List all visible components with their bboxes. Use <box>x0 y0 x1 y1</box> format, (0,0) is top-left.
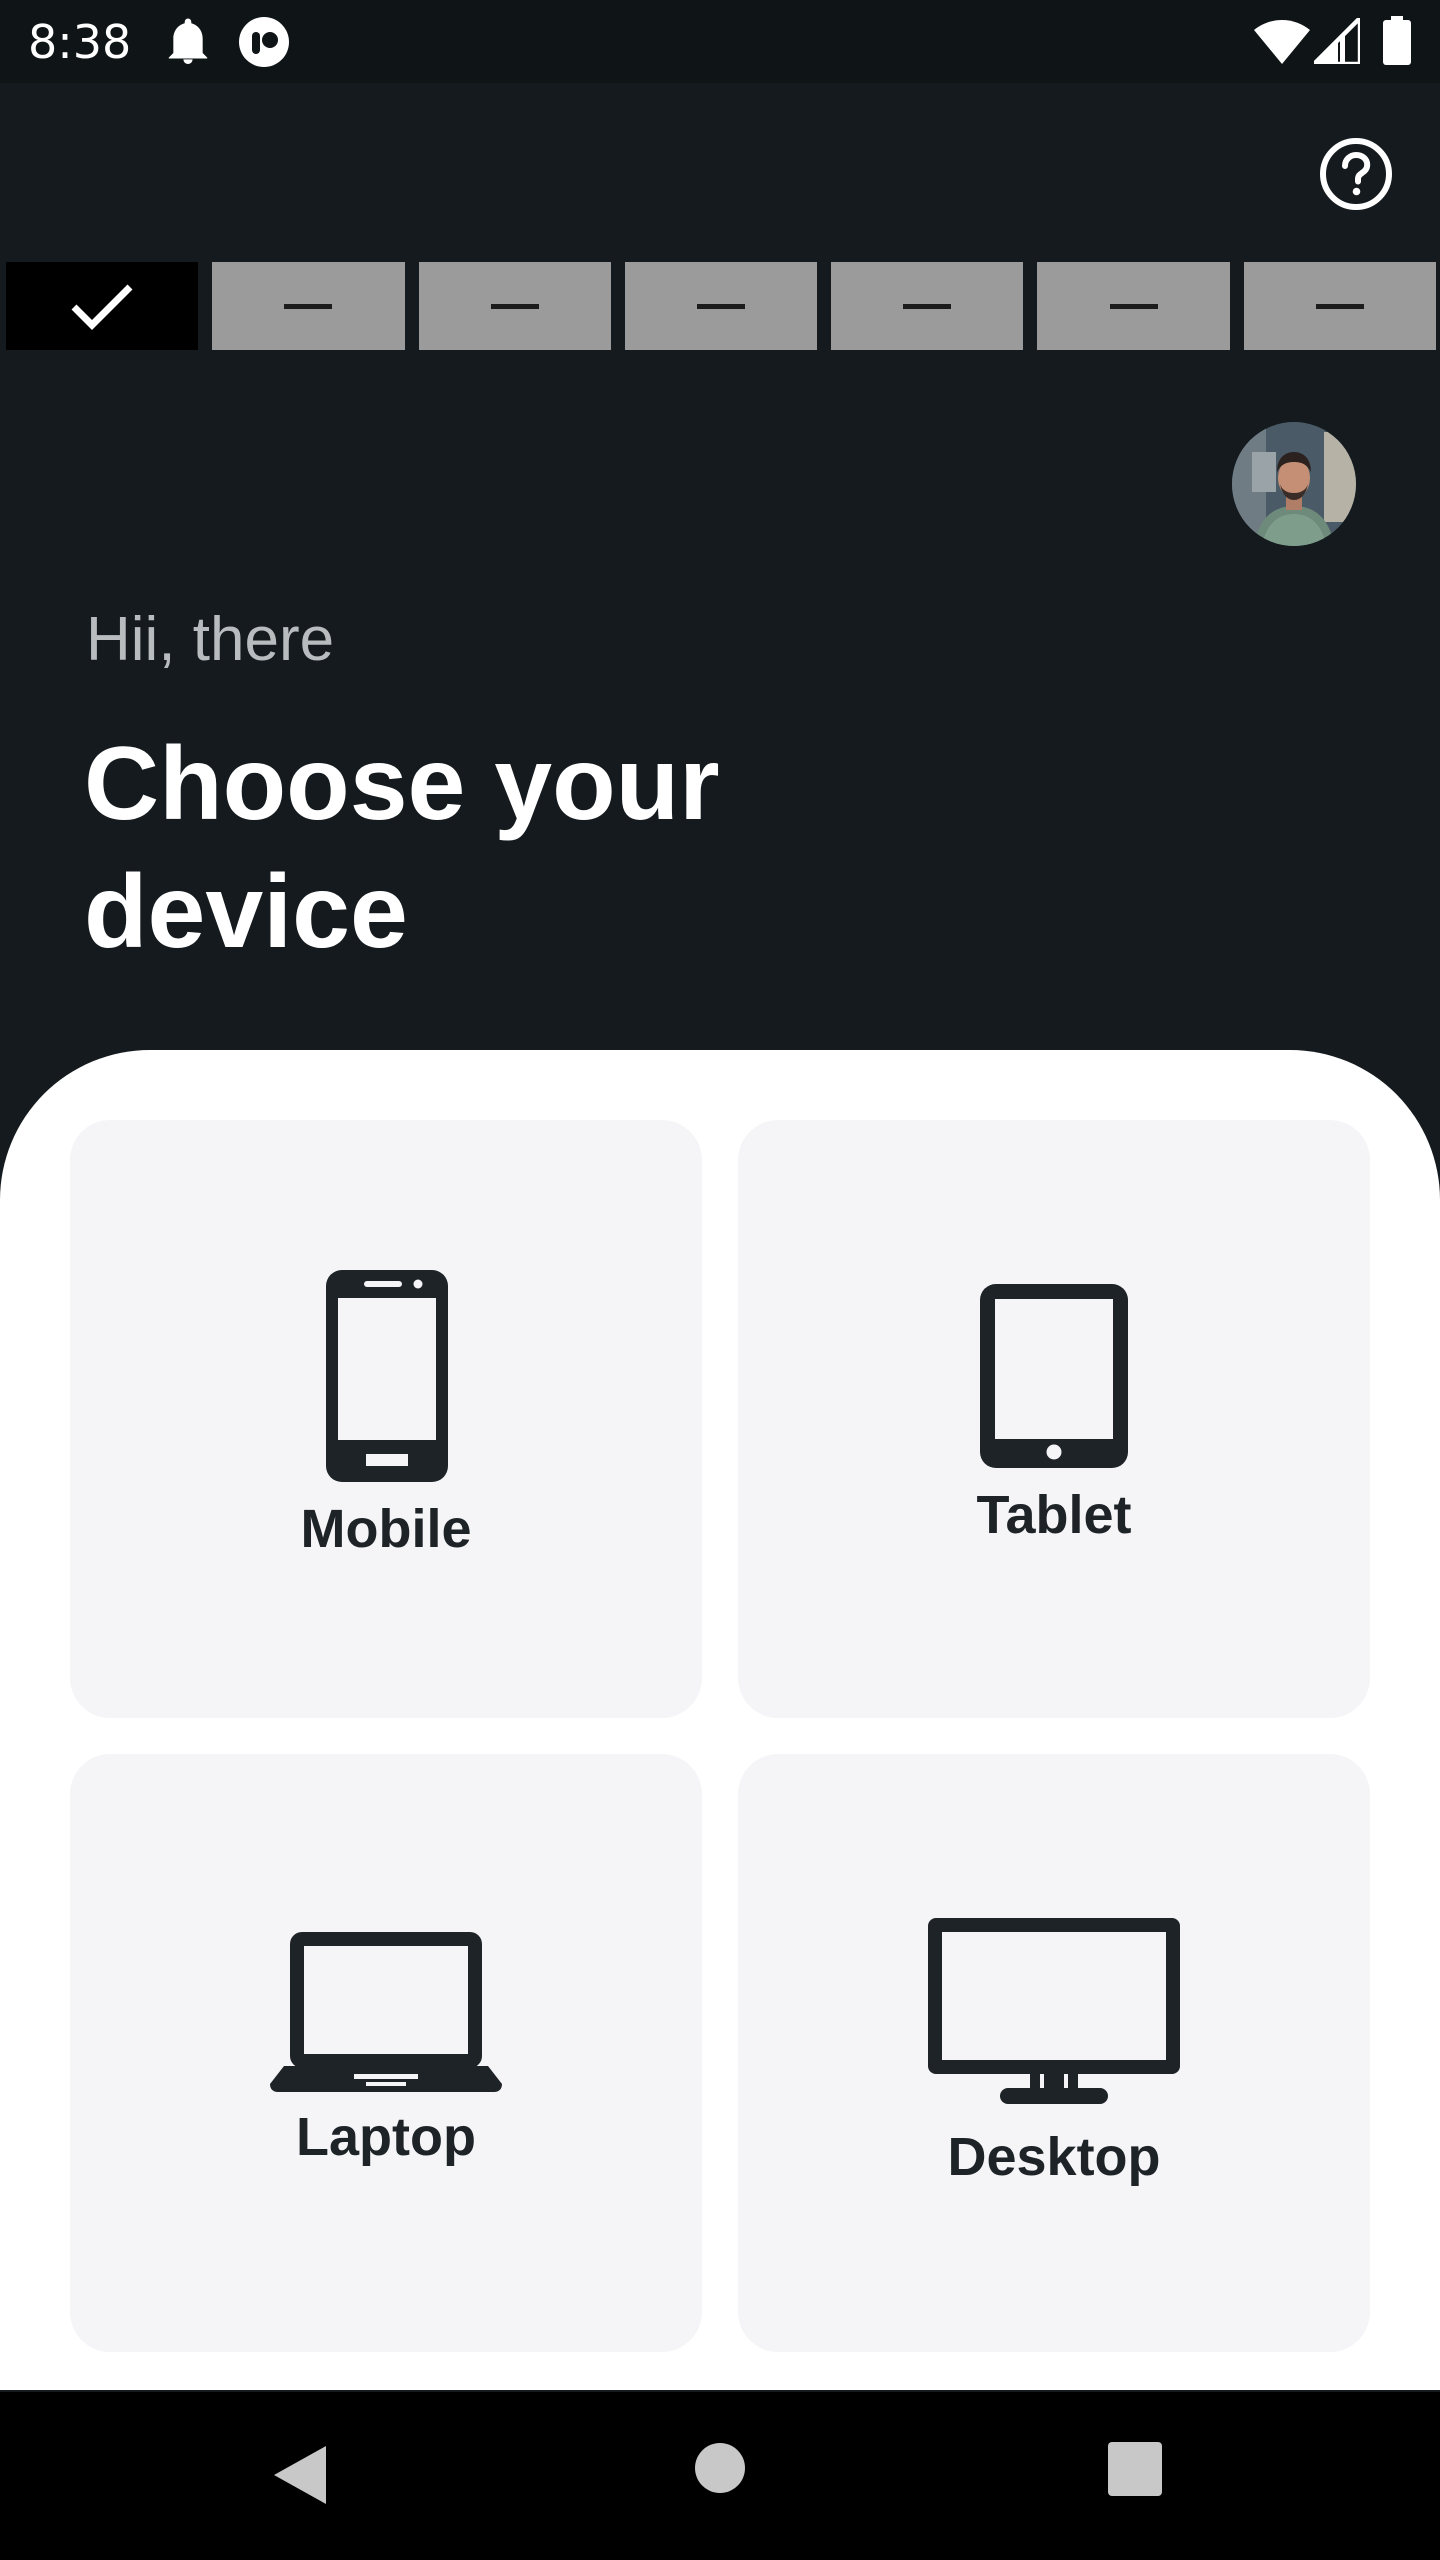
device-label-mobile: Mobile <box>300 1499 472 1559</box>
user-avatar[interactable] <box>1232 422 1356 546</box>
step-3 <box>418 262 611 350</box>
step-6 <box>1037 262 1230 350</box>
device-label-laptop: Laptop <box>296 2107 476 2167</box>
signal-icon <box>1314 18 1360 64</box>
checkmark-icon <box>71 284 133 330</box>
screen: 8:38 Hii, there Choose your device Mobil… <box>0 0 1440 2560</box>
help-button[interactable] <box>1316 134 1396 214</box>
laptop-icon <box>270 1932 502 2092</box>
dash-icon <box>284 303 333 309</box>
dash-icon <box>1315 303 1364 309</box>
system-nav-bar <box>0 2392 1440 2560</box>
wifi-icon <box>1254 20 1310 64</box>
step-5 <box>831 262 1024 350</box>
device-card-laptop[interactable]: Laptop <box>70 1754 702 2352</box>
dash-icon <box>696 303 745 309</box>
desktop-monitor-icon <box>928 1918 1180 2104</box>
recents-icon[interactable] <box>1108 2442 1162 2496</box>
dash-icon <box>903 303 952 309</box>
dash-icon <box>490 303 539 309</box>
avatar-photo <box>1232 422 1356 546</box>
device-card-desktop[interactable]: Desktop <box>738 1754 1370 2352</box>
page-title: Choose your device <box>84 726 720 970</box>
step-4 <box>624 262 818 350</box>
step-7 <box>1243 262 1436 350</box>
device-label-desktop: Desktop <box>947 2127 1161 2187</box>
battery-icon <box>1383 16 1411 65</box>
tablet-icon <box>980 1284 1128 1468</box>
status-time: 8:38 <box>28 15 132 69</box>
progress-stepper <box>6 262 1436 350</box>
greeting-text: Hii, there <box>86 605 335 674</box>
step-1-completed <box>6 262 199 350</box>
mobile-phone-icon <box>326 1270 448 1482</box>
dash-icon <box>1109 303 1158 309</box>
device-label-tablet: Tablet <box>976 1485 1132 1545</box>
home-icon[interactable] <box>694 2442 746 2494</box>
step-2 <box>212 262 405 350</box>
bell-icon <box>168 18 208 64</box>
app-notification-icon <box>239 17 289 67</box>
back-icon[interactable] <box>270 2442 330 2508</box>
device-selection-panel: Mobile Tablet Laptop Desktop <box>0 1050 1440 2390</box>
device-card-tablet[interactable]: Tablet <box>738 1120 1370 1718</box>
device-card-mobile[interactable]: Mobile <box>70 1120 702 1718</box>
status-bar: 8:38 <box>0 0 1440 83</box>
